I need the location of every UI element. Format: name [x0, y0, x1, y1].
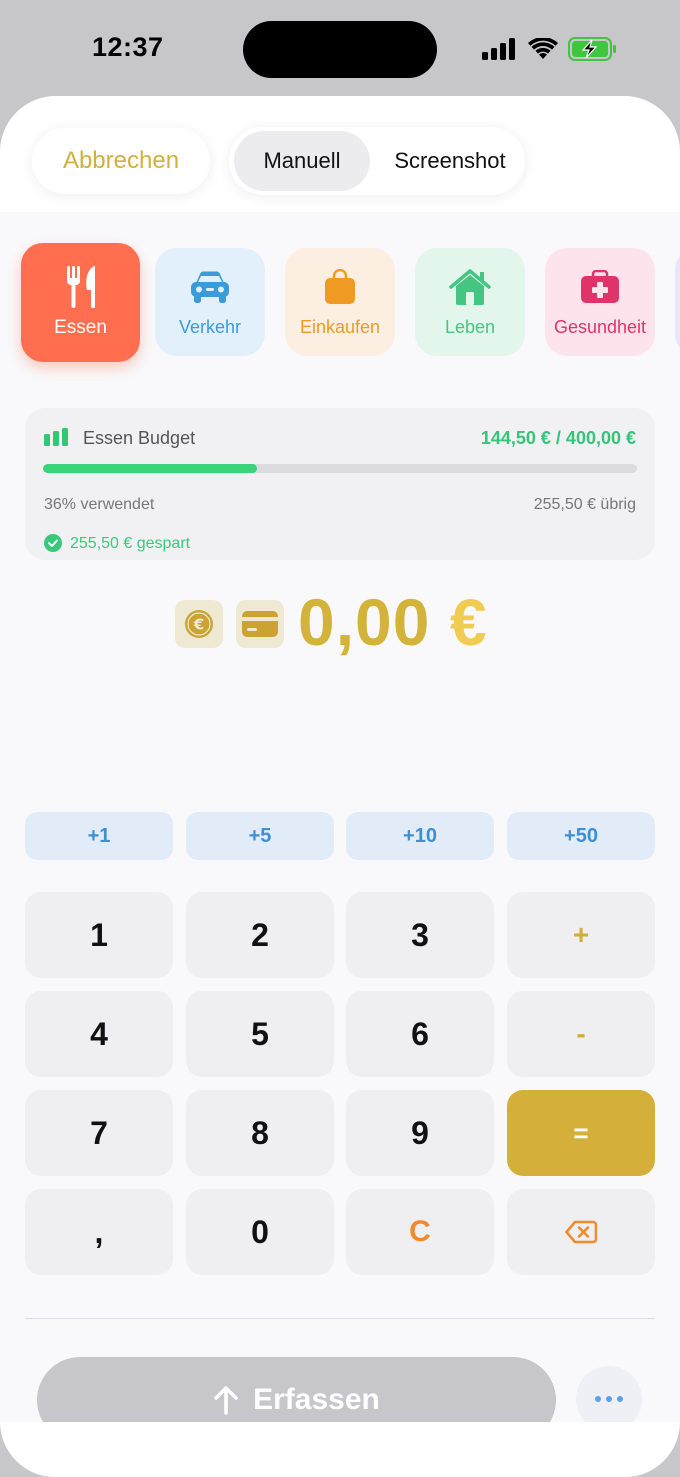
category-label: Einkaufen	[299, 316, 381, 337]
cancel-button[interactable]: Abbrechen	[32, 128, 210, 194]
amount-currency: €	[449, 585, 488, 659]
status-bar: 12:37	[0, 0, 680, 96]
backspace-icon	[565, 1220, 597, 1244]
quick-add-5-button[interactable]: +5	[186, 812, 334, 860]
category-label: Verkehr	[178, 316, 242, 337]
tab-screenshot[interactable]: Screenshot	[379, 131, 521, 191]
budget-remaining-label: 255,50 € übrig	[533, 496, 636, 513]
check-circle-icon	[44, 534, 62, 552]
category-leben[interactable]: Leben	[415, 248, 525, 356]
key-4[interactable]: 4	[25, 991, 173, 1077]
key-backspace[interactable]	[507, 1189, 655, 1275]
key-0[interactable]: 0	[186, 1189, 334, 1275]
key-comma[interactable]: ,	[25, 1189, 173, 1275]
budget-saved-label: 255,50 € gespart	[70, 535, 191, 552]
key-7[interactable]: 7	[25, 1090, 173, 1176]
budget-used-label: 36% verwendet	[44, 496, 155, 513]
status-time: 12:37	[92, 32, 164, 62]
key-2[interactable]: 2	[186, 892, 334, 978]
key-1[interactable]: 1	[25, 892, 173, 978]
cellular-signal-icon	[482, 38, 515, 60]
amount-value: 0,00	[298, 585, 431, 659]
car-icon	[189, 267, 231, 307]
category-label: Leben	[444, 316, 496, 337]
key-6[interactable]: 6	[346, 991, 494, 1077]
device-bezel	[0, 1422, 680, 1477]
category-more-offscreen[interactable]	[675, 248, 680, 356]
quick-add-50-button[interactable]: +50	[507, 812, 655, 860]
budget-card: Essen Budget 144,50 € / 400,00 € 36% ver…	[25, 408, 655, 560]
budget-amount: 144,50 € / 400,00 €	[480, 428, 636, 448]
category-gesundheit[interactable]: Gesundheit	[545, 248, 655, 356]
key-9[interactable]: 9	[346, 1090, 494, 1176]
category-essen[interactable]: Essen	[21, 243, 140, 362]
euro-coin-icon: €	[185, 610, 213, 638]
amount-display: 0,00 €	[298, 584, 488, 660]
credit-card-icon	[242, 611, 278, 637]
shopping-bag-icon	[323, 267, 357, 307]
medical-kit-icon	[580, 267, 620, 307]
category-verkehr[interactable]: Verkehr	[155, 248, 265, 356]
status-icons	[482, 36, 618, 62]
bar-chart-icon	[44, 428, 68, 446]
arrow-up-icon	[214, 1386, 238, 1415]
cash-payment-button[interactable]: €	[175, 600, 223, 648]
fork-knife-icon	[65, 265, 97, 308]
svg-text:€: €	[193, 616, 204, 634]
divider	[25, 1318, 655, 1319]
ellipsis-icon	[595, 1396, 623, 1402]
house-icon	[449, 267, 491, 307]
key-8[interactable]: 8	[186, 1090, 334, 1176]
category-label: Gesundheit	[553, 316, 647, 337]
quick-add-1-button[interactable]: +1	[25, 812, 173, 860]
budget-progress-bar	[43, 464, 637, 473]
tab-manual[interactable]: Manuell	[234, 131, 370, 191]
input-mode-switch: Manuell Screenshot	[229, 127, 525, 195]
expense-sheet: Abbrechen Manuell Screenshot Essen Verke…	[0, 96, 680, 1477]
key-equals[interactable]: =	[507, 1090, 655, 1176]
budget-progress-fill	[43, 464, 257, 473]
amount-row: € 0,00 €	[0, 584, 680, 666]
dynamic-island	[243, 21, 437, 78]
quick-add-10-button[interactable]: +10	[346, 812, 494, 860]
battery-charging-icon	[568, 37, 616, 61]
category-label: Essen	[54, 316, 107, 338]
device-bottom	[0, 1422, 680, 1477]
key-plus[interactable]: +	[507, 892, 655, 978]
key-clear[interactable]: C	[346, 1189, 494, 1275]
key-3[interactable]: 3	[346, 892, 494, 978]
category-einkaufen[interactable]: Einkaufen	[285, 248, 395, 356]
card-payment-button[interactable]	[236, 600, 284, 648]
key-minus[interactable]: -	[507, 991, 655, 1077]
key-5[interactable]: 5	[186, 991, 334, 1077]
wifi-icon	[528, 38, 558, 59]
submit-label: Erfassen	[253, 1383, 380, 1416]
budget-title: Essen Budget	[83, 428, 196, 448]
